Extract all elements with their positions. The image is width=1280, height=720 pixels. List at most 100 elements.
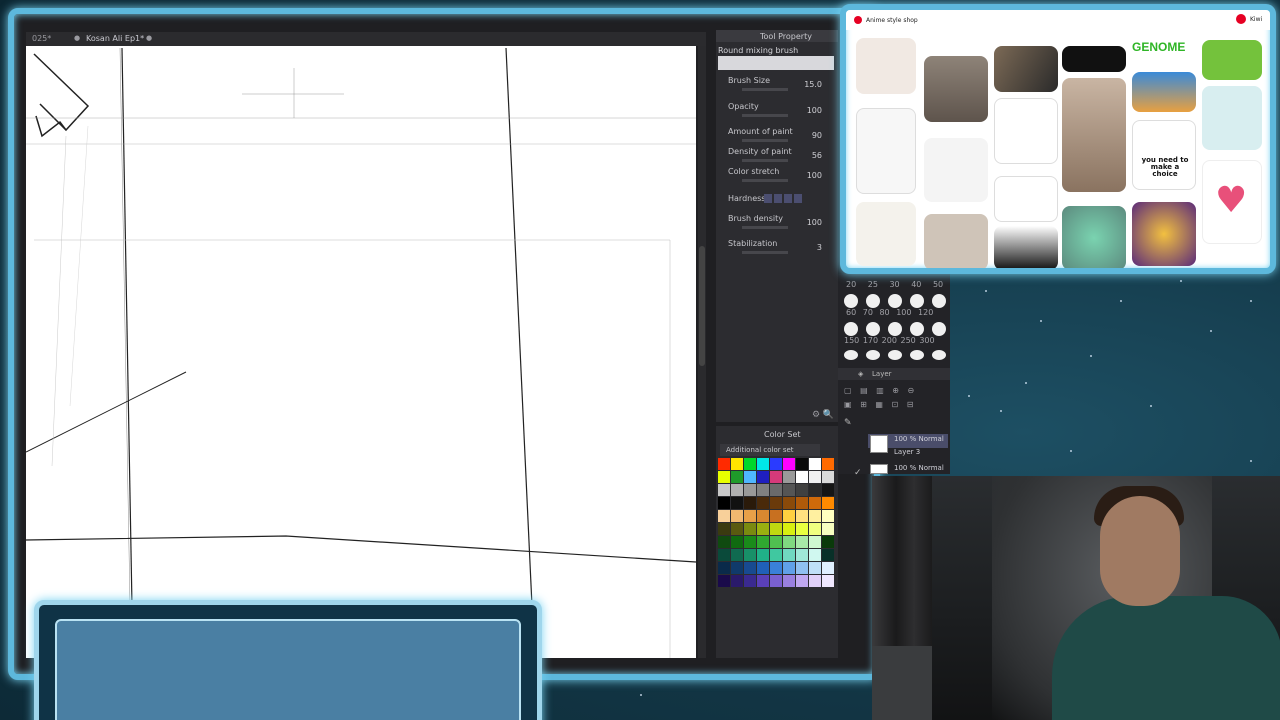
pen-icon[interactable]: ✎ [844,418,852,428]
brush-size-preset[interactable] [844,350,858,360]
color-swatch[interactable] [796,549,808,561]
color-swatch[interactable] [718,549,730,561]
color-swatch[interactable] [796,523,808,535]
pin-abstract[interactable] [994,46,1058,92]
pin-airplanes[interactable] [856,108,916,194]
color-swatch[interactable] [731,562,743,574]
color-swatch[interactable] [783,562,795,574]
color-swatch[interactable] [770,458,782,470]
pin-pikachu[interactable] [1132,202,1196,266]
color-swatch[interactable] [718,497,730,509]
color-swatch[interactable] [822,575,834,587]
pin-panda[interactable] [1202,86,1262,150]
brush-size-preset[interactable] [888,322,902,336]
color-swatch[interactable] [744,484,756,496]
color-swatch[interactable] [783,575,795,587]
color-swatch[interactable] [718,523,730,535]
color-swatch[interactable] [770,471,782,483]
pin-photo[interactable] [924,214,988,268]
color-swatch[interactable] [809,497,821,509]
color-swatch[interactable] [809,484,821,496]
layer-toolbar[interactable]: ▢ ▤ ▥ ⊕ ⊖ [844,386,917,395]
brush-size-value[interactable]: 15.0 [804,80,822,89]
color-swatch[interactable] [783,510,795,522]
color-swatch[interactable] [757,562,769,574]
density-of-paint-slider[interactable] [742,159,788,162]
pin-dark-hair[interactable] [994,226,1058,268]
color-swatch[interactable] [809,575,821,587]
color-swatch[interactable] [783,458,795,470]
brush-size-preset[interactable] [932,294,946,308]
color-swatch[interactable] [770,510,782,522]
color-swatch[interactable] [783,549,795,561]
color-set-dropdown[interactable]: Additional color set [720,444,820,456]
stabilization-slider[interactable] [742,251,788,254]
color-swatch[interactable] [822,510,834,522]
close-icon[interactable]: ● [74,34,80,42]
color-swatch[interactable] [731,484,743,496]
color-swatch[interactable] [731,523,743,535]
pin-characters[interactable] [994,176,1058,222]
avatar[interactable] [1236,14,1246,24]
brush-size-preset[interactable] [844,294,858,308]
canvas-vertical-scrollbar[interactable] [698,46,706,658]
color-swatch[interactable] [770,575,782,587]
color-swatch[interactable] [796,458,808,470]
color-swatch[interactable] [731,471,743,483]
brush-size-preset[interactable] [888,294,902,308]
color-swatch[interactable] [822,458,834,470]
color-swatch[interactable] [809,549,821,561]
density-of-paint-value[interactable]: 56 [812,151,822,160]
close-icon[interactable]: ● [146,34,152,42]
hardness-selector[interactable] [764,194,804,203]
color-swatch[interactable] [822,471,834,483]
pin-knight[interactable] [924,138,988,202]
color-swatch[interactable] [718,562,730,574]
color-swatch[interactable] [744,562,756,574]
color-swatch[interactable] [744,523,756,535]
brush-size-preset[interactable] [866,322,880,336]
brush-size-preset[interactable] [932,322,946,336]
layer-toolbar-2[interactable]: ▣ ⊞ ▦ ⊡ ⊟ [844,400,916,409]
brush-size-preset[interactable] [844,322,858,336]
check-icon[interactable]: ✓ [854,468,862,478]
color-swatch[interactable] [731,536,743,548]
color-swatch[interactable] [809,458,821,470]
color-swatch[interactable] [822,523,834,535]
pinterest-logo-icon[interactable] [854,16,862,24]
color-swatch[interactable] [757,523,769,535]
color-swatch[interactable] [796,484,808,496]
color-swatch[interactable] [796,497,808,509]
drawing-canvas[interactable] [26,46,696,658]
tab-kosan-ali-ep1[interactable]: Kosan Ali Ep1* [86,34,144,43]
color-stretch-value[interactable]: 100 [807,171,822,180]
pin-dark[interactable] [1062,46,1126,72]
color-swatch[interactable] [731,549,743,561]
tab-previous-file[interactable]: 025* [32,34,51,43]
color-swatch[interactable] [718,484,730,496]
color-swatch[interactable] [809,471,821,483]
color-swatch[interactable] [744,497,756,509]
opacity-slider[interactable] [742,114,788,117]
stabilization-value[interactable]: 3 [817,243,822,252]
color-swatch[interactable] [744,510,756,522]
color-swatch[interactable] [757,458,769,470]
amount-of-paint-value[interactable]: 90 [812,131,822,140]
pin-face-sketch[interactable] [856,202,916,266]
color-swatch[interactable] [744,536,756,548]
color-swatch[interactable] [822,497,834,509]
pin-calvin[interactable] [994,98,1058,164]
brush-size-preset[interactable] [888,350,902,360]
brush-size-preset[interactable] [910,350,924,360]
color-swatch[interactable] [770,549,782,561]
color-swatch[interactable] [809,510,821,522]
pin-sketch-1[interactable] [856,38,916,94]
layer-row-2[interactable]: 100 % Normal [868,462,948,476]
color-swatch[interactable] [809,523,821,535]
color-swatch[interactable] [744,458,756,470]
brush-size-preset[interactable] [910,294,924,308]
pin-green-hair[interactable] [1062,206,1126,268]
tool-settings-icon[interactable]: ⚙ 🔍 [812,410,834,420]
color-swatch[interactable] [783,471,795,483]
color-swatch[interactable] [718,510,730,522]
